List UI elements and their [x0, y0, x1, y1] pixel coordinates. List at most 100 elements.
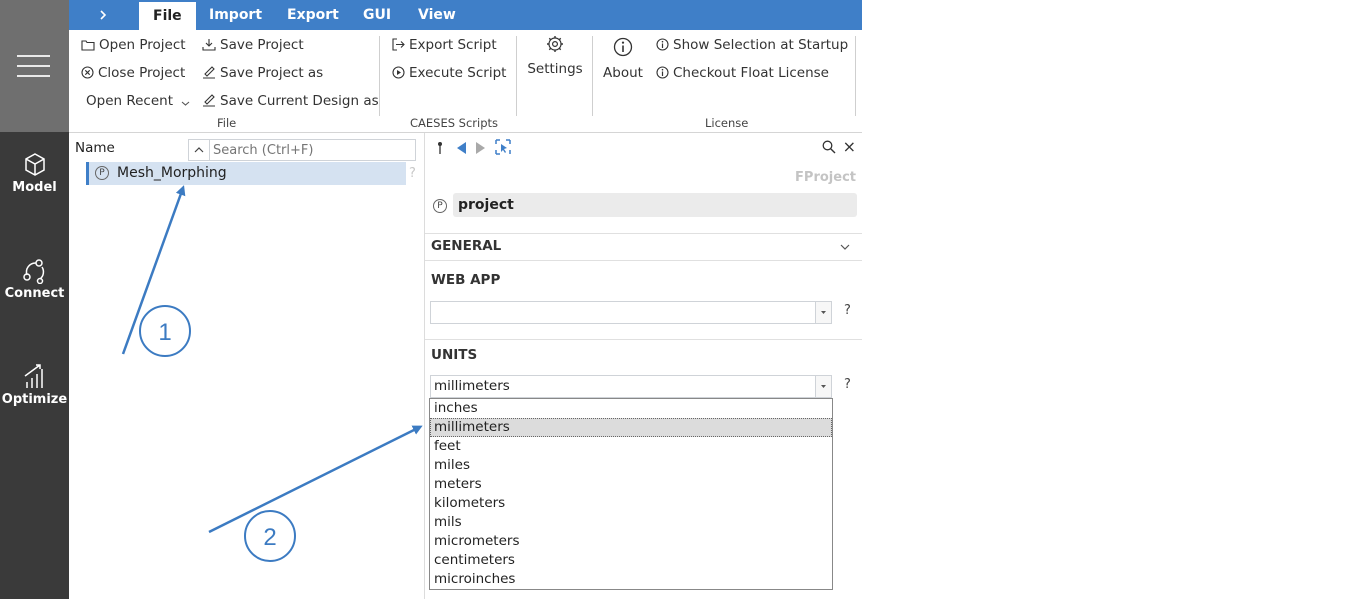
- pin-icon[interactable]: [435, 141, 445, 155]
- connect-icon: [22, 259, 44, 284]
- section-units: UNITS: [431, 347, 478, 363]
- project-badge-icon: P: [433, 199, 447, 213]
- tree-help-icon[interactable]: ?: [409, 166, 416, 181]
- web-app-dropdown-arrow[interactable]: [815, 302, 831, 323]
- units-option[interactable]: micrometers: [430, 532, 832, 551]
- search-input[interactable]: [213, 140, 409, 160]
- open-recent-dropdown[interactable]: Open Recent: [86, 93, 194, 109]
- info-icon: [656, 38, 669, 51]
- nav-model-label: Model: [12, 180, 57, 195]
- play-circle-icon: [392, 66, 405, 79]
- nav-model[interactable]: Model: [0, 152, 69, 195]
- name-column-header[interactable]: Name: [75, 140, 115, 156]
- tree-item-label: Mesh_Morphing: [117, 165, 227, 181]
- save-current-design-as-button[interactable]: Save Current Design as: [202, 93, 379, 109]
- divider: [425, 339, 862, 340]
- save-project-as-button[interactable]: Save Project as: [202, 65, 323, 81]
- nav-optimize[interactable]: Optimize: [0, 362, 69, 407]
- chevron-right-icon[interactable]: [99, 9, 107, 21]
- units-option[interactable]: centimeters: [430, 551, 832, 570]
- ribbon-separator: [855, 36, 856, 116]
- save-as-icon: [203, 66, 215, 79]
- close-icon[interactable]: ×: [843, 137, 856, 156]
- units-option[interactable]: feet: [430, 437, 832, 456]
- license-group-label: License: [705, 116, 749, 130]
- units-option[interactable]: inches: [430, 399, 832, 418]
- chevron-down-icon: [821, 311, 826, 314]
- info-icon: [613, 37, 633, 57]
- tab-file[interactable]: File: [139, 2, 196, 30]
- open-project-button[interactable]: Open Project: [81, 37, 186, 53]
- tree-item-mesh-morphing[interactable]: P Mesh_Morphing: [86, 162, 406, 185]
- cube-icon: [24, 153, 45, 176]
- tab-import[interactable]: Import: [209, 0, 262, 30]
- units-dropdown-list: inches millimeters feet miles meters kilomete…: [429, 398, 833, 590]
- units-value: millimeters: [434, 378, 510, 394]
- caeses-window: Model Connect Optimize File Import Expor…: [0, 0, 862, 599]
- folder-icon: [81, 40, 95, 51]
- save-icon: [202, 39, 216, 51]
- sort-toggle[interactable]: [189, 140, 210, 160]
- menu-area: [0, 0, 69, 132]
- tab-export[interactable]: Export: [287, 0, 339, 30]
- properties-toolbar: [435, 139, 512, 159]
- units-option[interactable]: miles: [430, 456, 832, 475]
- forward-arrow-icon[interactable]: [475, 141, 487, 155]
- save-project-button[interactable]: Save Project: [202, 37, 304, 53]
- gear-icon: [547, 36, 563, 52]
- tab-view[interactable]: View: [418, 0, 456, 30]
- show-selection-at-startup-button[interactable]: Show Selection at Startup: [656, 37, 848, 53]
- file-group-label: File: [217, 116, 237, 130]
- nav-optimize-label: Optimize: [1, 392, 68, 407]
- chevron-up-icon: [194, 147, 204, 153]
- about-button[interactable]: About: [601, 37, 645, 81]
- ribbon-tab-bar: File Import Export GUI View: [69, 0, 862, 30]
- search-icon[interactable]: [822, 140, 836, 154]
- back-arrow-icon[interactable]: [455, 141, 467, 155]
- object-class-label: FProject: [795, 170, 856, 185]
- ribbon-separator: [592, 36, 593, 116]
- left-sidebar: Model Connect Optimize: [0, 0, 69, 599]
- ribbon: Open Project Close Project Open Recent S…: [69, 30, 862, 133]
- divider: [425, 260, 862, 261]
- tree-search-box: [188, 139, 416, 161]
- object-name-value: project: [458, 197, 514, 213]
- export-icon: [392, 38, 405, 51]
- execute-script-button[interactable]: Execute Script: [392, 65, 506, 81]
- checkout-float-license-button[interactable]: Checkout Float License: [656, 65, 829, 81]
- units-option[interactable]: meters: [430, 475, 832, 494]
- ribbon-separator: [379, 36, 380, 116]
- optimize-icon: [24, 364, 43, 388]
- object-name-field[interactable]: project: [453, 193, 857, 217]
- units-combo[interactable]: millimeters: [430, 375, 832, 398]
- export-script-button[interactable]: Export Script: [392, 37, 497, 53]
- nav-connect-label: Connect: [4, 286, 65, 301]
- chevron-down-icon: [821, 385, 826, 388]
- web-app-combo[interactable]: [430, 301, 832, 324]
- select-in-tree-icon[interactable]: [495, 139, 512, 155]
- units-option[interactable]: kilometers: [430, 494, 832, 513]
- units-option[interactable]: millimeters: [430, 418, 832, 437]
- info-icon: [656, 66, 669, 79]
- tab-gui[interactable]: GUI: [363, 0, 391, 30]
- nav-connect[interactable]: Connect: [0, 258, 69, 301]
- settings-button[interactable]: Settings: [527, 35, 583, 77]
- chevron-down-icon[interactable]: [840, 243, 850, 251]
- units-option[interactable]: microinches: [430, 570, 832, 589]
- units-help-icon[interactable]: ?: [844, 377, 851, 392]
- object-tree-panel: Name P Mesh_Morphing ?: [69, 133, 425, 599]
- units-option[interactable]: mils: [430, 513, 832, 532]
- divider: [425, 233, 862, 234]
- web-app-help-icon[interactable]: ?: [844, 303, 851, 318]
- save-as-icon: [203, 94, 215, 107]
- ribbon-separator: [516, 36, 517, 116]
- section-general[interactable]: GENERAL: [431, 238, 501, 254]
- close-project-button[interactable]: Close Project: [81, 65, 185, 81]
- project-badge-icon: P: [95, 166, 109, 180]
- chevron-down-icon: [181, 101, 190, 106]
- hamburger-menu-icon[interactable]: [17, 55, 50, 77]
- units-dropdown-arrow[interactable]: [815, 376, 831, 397]
- close-circle-icon: [81, 66, 94, 79]
- scripts-group-label: CAESES Scripts: [410, 116, 499, 130]
- section-web-app: WEB APP: [431, 272, 501, 288]
